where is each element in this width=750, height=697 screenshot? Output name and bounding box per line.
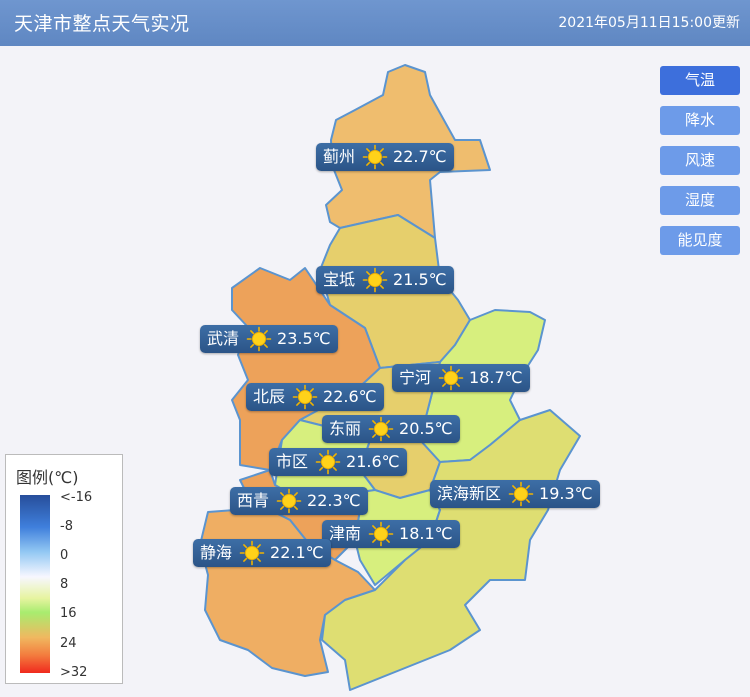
tab-visibility[interactable]: 能见度 (660, 226, 740, 255)
sun-icon (292, 384, 318, 410)
station-name: 市区 (276, 452, 309, 471)
station-name: 宁河 (399, 368, 432, 387)
legend-tick: 16 (60, 606, 77, 621)
station-jinnan[interactable]: 津南 18.1℃ (322, 520, 460, 548)
sun-icon (368, 521, 394, 547)
sun-icon (315, 449, 341, 475)
page-title: 天津市整点天气实况 (14, 13, 190, 35)
station-shiqu[interactable]: 市区 21.6℃ (269, 448, 407, 476)
tab-precipitation[interactable]: 降水 (660, 106, 740, 135)
station-temp: 22.1℃ (270, 543, 324, 562)
station-temp: 22.6℃ (323, 387, 377, 406)
station-name: 静海 (200, 543, 233, 562)
station-temp: 23.5℃ (277, 329, 331, 348)
temperature-legend: 图例(℃) <-16 -8 0 8 16 24 >32 (5, 454, 123, 684)
station-name: 蓟州 (323, 147, 356, 166)
legend-tick: -8 (60, 519, 73, 534)
station-name: 东丽 (329, 419, 362, 438)
station-xiqing[interactable]: 西青 22.3℃ (230, 487, 368, 515)
tab-temperature[interactable]: 气温 (660, 66, 740, 95)
station-temp: 21.6℃ (346, 452, 400, 471)
station-name: 北辰 (253, 387, 286, 406)
tab-humidity[interactable]: 湿度 (660, 186, 740, 215)
station-jizhou[interactable]: 蓟州 22.7℃ (316, 143, 454, 171)
legend-tick: 8 (60, 577, 69, 592)
sun-icon (362, 144, 388, 170)
sun-icon (508, 481, 534, 507)
station-ninghe[interactable]: 宁河 18.7℃ (392, 364, 530, 392)
station-temp: 19.3℃ (539, 484, 593, 503)
station-beichen[interactable]: 北辰 22.6℃ (246, 383, 384, 411)
station-baodi[interactable]: 宝坻 21.5℃ (316, 266, 454, 294)
sun-icon (239, 540, 265, 566)
sun-icon (276, 488, 302, 514)
sun-icon (368, 416, 394, 442)
station-jinghai[interactable]: 静海 22.1℃ (193, 539, 331, 567)
station-binhai[interactable]: 滨海新区 19.3℃ (430, 480, 600, 508)
legend-tick: 0 (60, 548, 69, 563)
legend-color-bar (20, 495, 50, 673)
sun-icon (362, 267, 388, 293)
station-temp: 20.5℃ (399, 419, 453, 438)
legend-tick: >32 (60, 665, 88, 680)
station-name: 西青 (237, 491, 270, 510)
legend-tick: 24 (60, 636, 77, 651)
station-dongli[interactable]: 东丽 20.5℃ (322, 415, 460, 443)
legend-tick: <-16 (60, 490, 93, 505)
tab-wind-speed[interactable]: 风速 (660, 146, 740, 175)
element-tabs: 气温 降水 风速 湿度 能见度 (660, 66, 740, 266)
station-name: 武清 (207, 329, 240, 348)
station-name: 滨海新区 (437, 484, 502, 503)
header-bar: 天津市整点天气实况 2021年05月11日15:00更新 (0, 0, 750, 46)
station-temp: 22.7℃ (393, 147, 447, 166)
sun-icon (438, 365, 464, 391)
station-name: 津南 (329, 524, 362, 543)
update-time: 2021年05月11日15:00更新 (558, 15, 740, 31)
station-wuqing[interactable]: 武清 23.5℃ (200, 325, 338, 353)
station-temp: 18.7℃ (469, 368, 523, 387)
station-temp: 18.1℃ (399, 524, 453, 543)
sun-icon (246, 326, 272, 352)
legend-title: 图例(℃) (16, 468, 79, 487)
station-temp: 22.3℃ (307, 491, 361, 510)
station-temp: 21.5℃ (393, 270, 447, 289)
station-name: 宝坻 (323, 270, 356, 289)
